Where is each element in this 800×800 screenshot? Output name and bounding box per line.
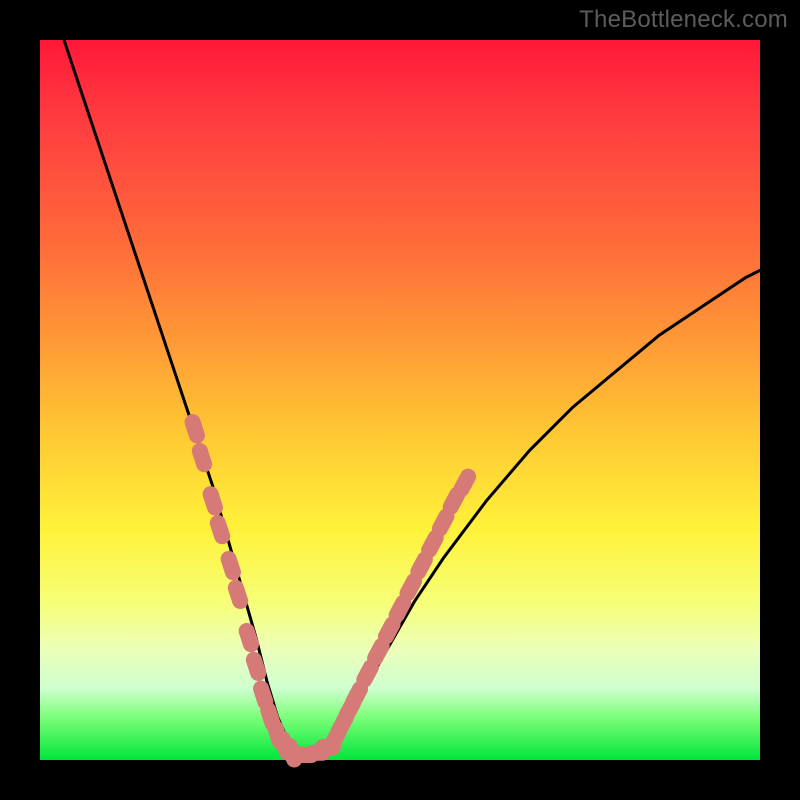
- plot-area: [40, 40, 760, 760]
- bottleneck-curve: [40, 0, 760, 756]
- chart-stage: TheBottleneck.com: [0, 0, 800, 800]
- curve-marker: [183, 412, 207, 445]
- marker-layer: [183, 412, 479, 769]
- watermark-text: TheBottleneck.com: [579, 6, 788, 34]
- curve-svg: [40, 40, 760, 760]
- curve-marker: [190, 441, 214, 474]
